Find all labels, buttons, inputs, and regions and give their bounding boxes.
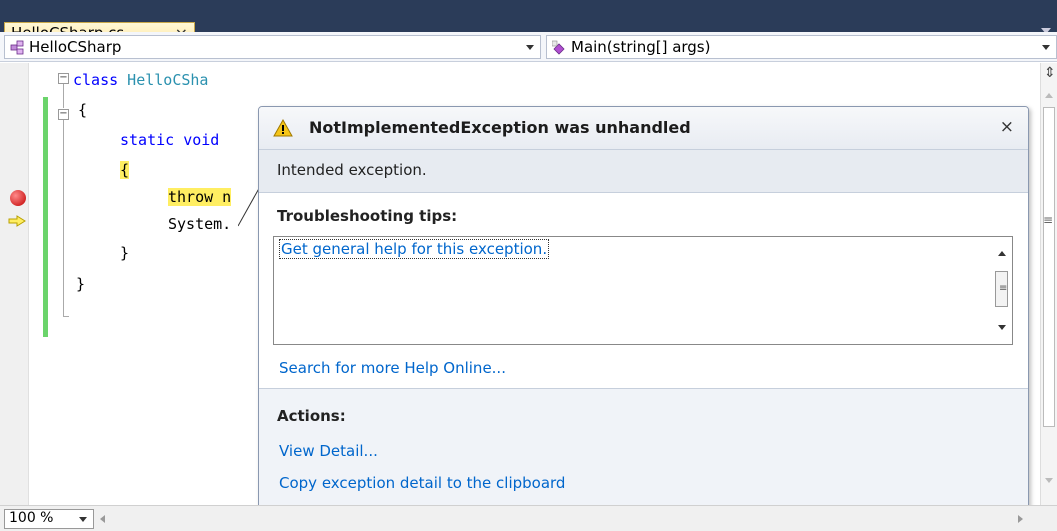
outline-line: [63, 84, 64, 108]
chevron-down-icon: [526, 45, 534, 50]
tip-link[interactable]: Get general help for this exception.: [279, 239, 550, 259]
scroll-down-icon[interactable]: [1045, 478, 1053, 483]
exception-message-area: Intended exception.: [259, 150, 1028, 193]
method-icon: [552, 40, 565, 55]
scroll-up-icon[interactable]: [998, 251, 1006, 256]
member-combo-value: Main(string[] args): [571, 38, 711, 56]
scroll-left-icon[interactable]: [100, 515, 105, 523]
troubleshooting-tips-list[interactable]: Get general help for this exception. ≡: [273, 236, 1013, 345]
scroll-up-icon[interactable]: [1045, 93, 1053, 98]
scroll-down-icon[interactable]: [998, 325, 1006, 330]
type-name: HelloCSha: [118, 71, 209, 89]
tips-scrollbar[interactable]: ≡: [992, 237, 1012, 344]
exception-message: Intended exception.: [277, 161, 427, 179]
collapse-icon[interactable]: −: [58, 109, 69, 120]
keyword: void: [174, 131, 220, 149]
copy-exception-detail-link[interactable]: Copy exception detail to the clipboard: [279, 474, 565, 492]
code-line: }: [76, 275, 86, 293]
keyword: class: [73, 71, 119, 89]
code-line: {: [120, 161, 130, 179]
actions-area: Actions: View Detail... Copy exception d…: [259, 389, 1028, 509]
indicator-margin[interactable]: [0, 63, 29, 505]
view-detail-link[interactable]: View Detail...: [279, 442, 378, 460]
code-line: System.: [168, 215, 232, 233]
keyword: static: [120, 131, 175, 149]
class-combo-value: HelloCSharp: [29, 38, 122, 56]
exception-header: NotImplementedException was unhandled ×: [259, 107, 1028, 150]
zoom-combo[interactable]: 100 %: [4, 509, 94, 529]
chevron-down-icon: [1042, 45, 1050, 50]
scroll-right-icon[interactable]: [1018, 515, 1023, 523]
exception-assistant-dialog: NotImplementedException was unhandled × …: [258, 106, 1029, 510]
actions-label: Actions:: [277, 407, 346, 425]
grip-icon: ≡: [999, 283, 1008, 294]
outline-line: [63, 120, 64, 316]
current-statement: throw n: [168, 188, 232, 206]
search-help-online-link[interactable]: Search for more Help Online...: [279, 359, 506, 377]
code-line: }: [120, 244, 130, 262]
troubleshooting-tips-label: Troubleshooting tips:: [277, 207, 458, 225]
zoom-value: 100 %: [9, 510, 54, 526]
grip-icon: ≡: [1043, 213, 1054, 227]
collapse-icon[interactable]: −: [58, 73, 69, 84]
code-line: {: [78, 101, 88, 119]
document-tab-strip: HelloCSharp.cs ×: [0, 0, 1057, 43]
change-tracking-bar: [43, 97, 48, 337]
outline-line: [63, 316, 69, 317]
warning-icon: [273, 119, 293, 137]
highlighted-brace: {: [120, 161, 130, 179]
exception-title: NotImplementedException was unhandled: [309, 118, 691, 137]
scroll-thumb[interactable]: [1043, 107, 1055, 427]
breakpoint-icon[interactable]: [10, 190, 26, 206]
close-icon[interactable]: ×: [1000, 117, 1014, 137]
splitter-icon[interactable]: ⇕: [1044, 65, 1056, 81]
scroll-thumb[interactable]: ≡: [995, 271, 1008, 307]
navigation-bar: HelloCSharp Main(string[] args): [0, 32, 1057, 62]
editor-bottom-bar: 100 %: [0, 505, 1057, 531]
vertical-scrollbar[interactable]: ⇕ ≡: [1040, 63, 1057, 505]
chevron-down-icon: [79, 517, 87, 522]
code-line: static void: [120, 131, 219, 149]
member-combo[interactable]: Main(string[] args): [546, 35, 1057, 59]
class-combo[interactable]: HelloCSharp: [4, 35, 541, 59]
code-line: throw n: [168, 188, 232, 206]
class-icon: [10, 40, 24, 55]
code-line: class HelloCSha: [73, 71, 208, 89]
current-statement-arrow-icon: [8, 215, 26, 227]
